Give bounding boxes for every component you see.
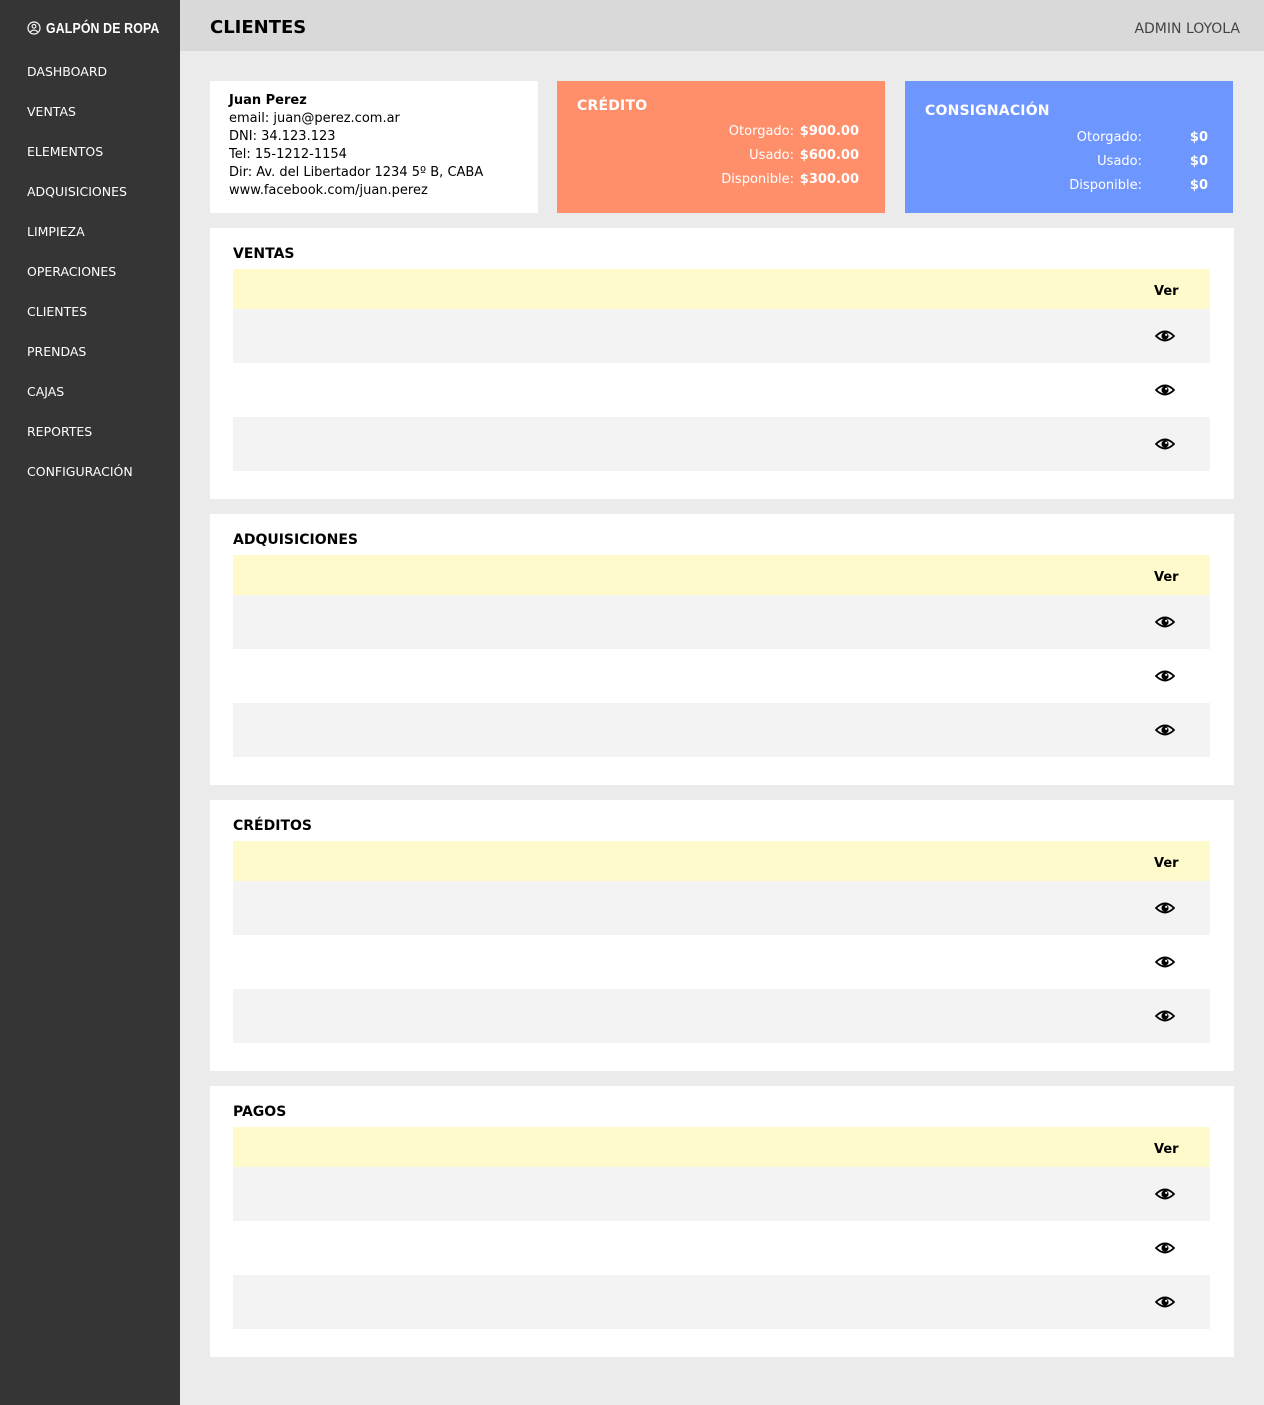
- credit-row-usado: Usado: $600.00: [557, 148, 885, 172]
- pagos-table: Ver: [233, 1127, 1210, 1329]
- eye-icon[interactable]: [1155, 328, 1175, 344]
- client-dni: DNI: 34.123.123: [229, 129, 336, 144]
- section-adquisiciones: ADQUISICIONES Ver: [210, 514, 1234, 785]
- brand-logo-icon: [27, 21, 41, 35]
- table-header: Ver: [233, 269, 1210, 309]
- consignment-value: $0: [1189, 178, 1208, 193]
- ventas-table: Ver: [233, 269, 1210, 471]
- eye-icon[interactable]: [1155, 668, 1175, 684]
- credit-title: CRÉDITO: [577, 98, 648, 114]
- table-row: [233, 649, 1210, 703]
- sidebar-item-operaciones[interactable]: OPERACIONES: [0, 251, 180, 291]
- section-title: ADQUISICIONES: [233, 532, 358, 548]
- page-title: CLIENTES: [210, 17, 307, 38]
- consignment-row-disponible: Disponible: $0: [905, 178, 1233, 202]
- credit-card: CRÉDITO Otorgado: $900.00 Usado: $600.00…: [557, 81, 885, 213]
- table-row: [233, 417, 1210, 471]
- consignment-row-otorgado: Otorgado: $0: [905, 130, 1233, 154]
- consignment-row-usado: Usado: $0: [905, 154, 1233, 178]
- credit-label: Otorgado:: [728, 124, 794, 139]
- sidebar-item-ventas[interactable]: VENTAS: [0, 91, 180, 131]
- sidebar-item-clientes[interactable]: CLIENTES: [0, 291, 180, 331]
- sidebar-item-dashboard[interactable]: DASHBOARD: [0, 51, 180, 91]
- consignment-title: CONSIGNACIÓN: [925, 103, 1050, 119]
- eye-icon[interactable]: [1155, 1294, 1175, 1310]
- table-header: Ver: [233, 555, 1210, 595]
- table-row: [233, 363, 1210, 417]
- table-header: Ver: [233, 841, 1210, 881]
- credit-row-disponible: Disponible: $300.00: [557, 172, 885, 196]
- table-row: [233, 1167, 1210, 1221]
- credit-label: Disponible:: [721, 172, 794, 187]
- column-header-ver: Ver: [1154, 1142, 1179, 1157]
- sidebar-item-elementos[interactable]: ELEMENTOS: [0, 131, 180, 171]
- consignment-label: Disponible:: [1069, 178, 1142, 193]
- table-row: [233, 703, 1210, 757]
- eye-icon[interactable]: [1155, 1186, 1175, 1202]
- table-row: [233, 1221, 1210, 1275]
- sidebar-item-adquisiciones[interactable]: ADQUISICIONES: [0, 171, 180, 211]
- consignment-card: CONSIGNACIÓN Otorgado: $0 Usado: $0 Disp…: [905, 81, 1233, 213]
- table-row: [233, 595, 1210, 649]
- adquisiciones-table: Ver: [233, 555, 1210, 757]
- column-header-ver: Ver: [1154, 856, 1179, 871]
- sidebar-item-limpieza[interactable]: LIMPIEZA: [0, 211, 180, 251]
- column-header-ver: Ver: [1154, 570, 1179, 585]
- section-title: VENTAS: [233, 246, 295, 262]
- eye-icon[interactable]: [1155, 900, 1175, 916]
- consignment-value: $0: [1189, 130, 1208, 145]
- credit-row-otorgado: Otorgado: $900.00: [557, 124, 885, 148]
- sidebar-item-configuracion[interactable]: CONFIGURACIÓN: [0, 451, 180, 491]
- user-menu[interactable]: ADMIN LOYOLA: [1134, 20, 1240, 38]
- eye-icon[interactable]: [1155, 1240, 1175, 1256]
- table-header: Ver: [233, 1127, 1210, 1167]
- table-row: [233, 881, 1210, 935]
- sidebar-nav: DASHBOARD VENTAS ELEMENTOS ADQUISICIONES…: [0, 51, 180, 491]
- eye-icon[interactable]: [1155, 722, 1175, 738]
- sidebar-item-cajas[interactable]: CAJAS: [0, 371, 180, 411]
- column-header-ver: Ver: [1154, 284, 1179, 299]
- client-info-card: Juan Perez email: juan@perez.com.ar DNI:…: [210, 81, 538, 213]
- table-row: [233, 1275, 1210, 1329]
- consignment-label: Usado:: [1097, 154, 1142, 169]
- credit-value: $900.00: [799, 124, 859, 139]
- section-pagos: PAGOS Ver: [210, 1086, 1234, 1357]
- client-address: Dir: Av. del Libertador 1234 5º B, CABA: [229, 165, 484, 180]
- section-creditos: CRÉDITOS Ver: [210, 800, 1234, 1071]
- client-email: email: juan@perez.com.ar: [229, 111, 400, 126]
- sidebar-item-prendas[interactable]: PRENDAS: [0, 331, 180, 371]
- eye-icon[interactable]: [1155, 614, 1175, 630]
- credit-value: $600.00: [799, 148, 859, 163]
- section-title: PAGOS: [233, 1104, 287, 1120]
- eye-icon[interactable]: [1155, 436, 1175, 452]
- brand-name: GALPÓN DE ROPA: [46, 19, 160, 37]
- consignment-value: $0: [1189, 154, 1208, 169]
- credit-label: Usado:: [749, 148, 794, 163]
- eye-icon[interactable]: [1155, 954, 1175, 970]
- table-row: [233, 935, 1210, 989]
- client-tel: Tel: 15-1212-1154: [229, 147, 347, 162]
- sidebar: GALPÓN DE ROPA DASHBOARD VENTAS ELEMENTO…: [0, 0, 180, 1405]
- credit-value: $300.00: [799, 172, 859, 187]
- eye-icon[interactable]: [1155, 1008, 1175, 1024]
- client-website: www.facebook.com/juan.perez: [229, 183, 428, 198]
- table-row: [233, 309, 1210, 363]
- eye-icon[interactable]: [1155, 382, 1175, 398]
- consignment-label: Otorgado:: [1076, 130, 1142, 145]
- creditos-table: Ver: [233, 841, 1210, 1043]
- sidebar-item-reportes[interactable]: REPORTES: [0, 411, 180, 451]
- table-row: [233, 989, 1210, 1043]
- section-title: CRÉDITOS: [233, 818, 312, 834]
- section-ventas: VENTAS Ver: [210, 228, 1234, 499]
- client-name: Juan Perez: [229, 93, 307, 108]
- top-bar: CLIENTES ADMIN LOYOLA: [180, 0, 1264, 51]
- brand[interactable]: GALPÓN DE ROPA: [27, 17, 184, 39]
